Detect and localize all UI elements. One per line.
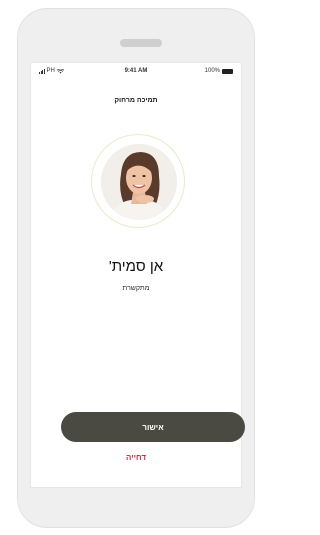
accept-button[interactable]: אישור [61, 412, 245, 442]
battery-percent: 100% [204, 68, 220, 74]
battery-icon [222, 68, 233, 74]
status-bar: PH 9:41 AM 100% [31, 63, 241, 77]
caller-status: מתקשרת [122, 285, 150, 292]
avatar-ring [91, 134, 185, 228]
avatar [101, 144, 177, 220]
caller-name: אן סמית' [108, 258, 164, 275]
phone-speaker [120, 39, 162, 47]
phone-frame: PH 9:41 AM 100% תמיכה מרחוק אן סמית' מתק… [17, 8, 255, 528]
decline-button[interactable]: דחייה [31, 453, 241, 462]
status-bar-right: 100% [205, 68, 233, 74]
phone-screen: PH 9:41 AM 100% תמיכה מרחוק אן סמית' מתק… [30, 62, 245, 488]
caller-photo [101, 144, 177, 220]
page-title: תמיכה מרחוק [114, 97, 158, 104]
